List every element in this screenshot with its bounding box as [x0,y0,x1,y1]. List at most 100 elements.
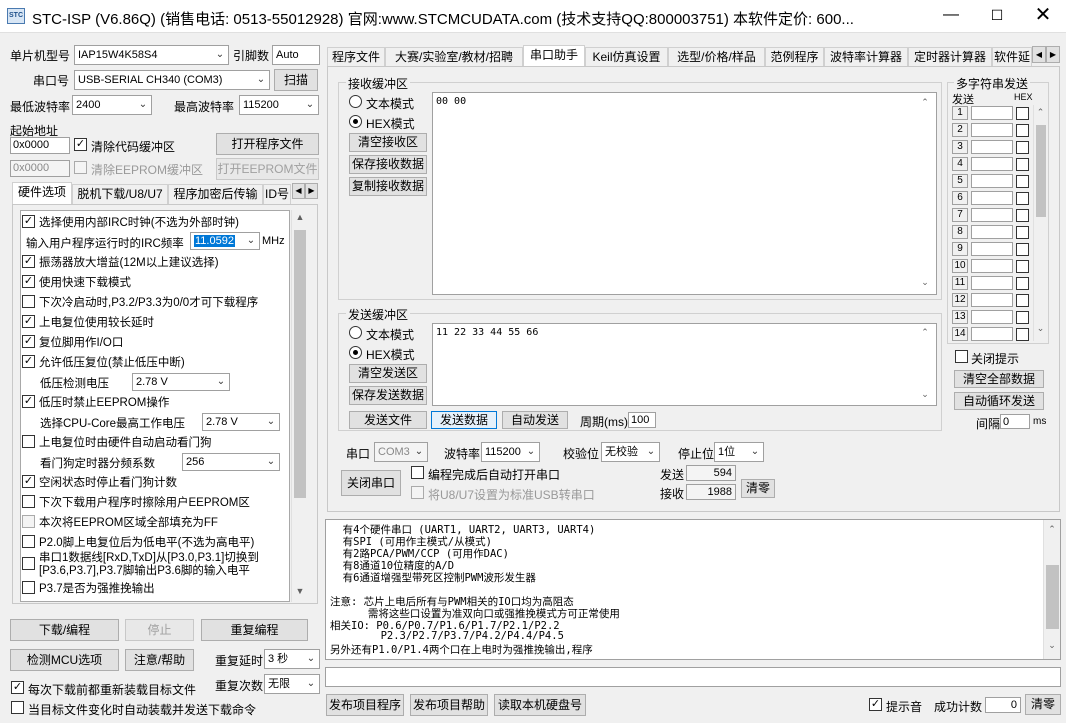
multi-send-row-button[interactable]: 6 [952,191,968,205]
copy-recv-button[interactable]: 复制接收数据 [349,177,427,196]
clear-all-button[interactable]: 清空全部数据 [954,370,1044,388]
open-eeprom-button[interactable]: 打开EEPROM文件 [216,158,319,180]
repeat-count-select[interactable]: 无限 ⌄ [264,674,320,694]
scroll-down-icon[interactable]: ▼ [292,586,308,596]
multi-send-row-button[interactable]: 2 [952,123,968,137]
send-textarea[interactable]: 11 22 33 44 55 66 [432,323,937,406]
maximize-icon[interactable]: ☐ [974,0,1020,32]
low-volt-select[interactable]: 2.78 V ⌄ [132,373,230,391]
checkbox[interactable]: ✓ [22,395,35,408]
tab-delay[interactable]: 软件延 [992,47,1032,67]
checkbox[interactable] [22,295,35,308]
checkbox[interactable]: ✓ [22,215,35,228]
tone-checkbox[interactable]: ✓ [869,698,882,711]
multi-send-row-input[interactable] [971,276,1013,290]
multi-send-row-hex-checkbox[interactable] [1016,277,1029,290]
parity-select[interactable]: 无校验 ⌄ [601,442,660,462]
publish-help-button[interactable]: 发布项目帮助 [410,694,488,716]
recv-hex-radio[interactable] [349,115,362,128]
multi-send-row-input[interactable] [971,327,1013,341]
multi-send-row-input[interactable] [971,310,1013,324]
open-program-button[interactable]: 打开程序文件 [216,133,319,155]
multi-send-row-hex-checkbox[interactable] [1016,209,1029,222]
multi-send-row-hex-checkbox[interactable] [1016,124,1029,137]
checkbox[interactable] [22,495,35,508]
clear-count-button[interactable]: 清零 [741,479,775,498]
send-hex-radio[interactable] [349,346,362,359]
auto-open-checkbox[interactable] [411,466,424,479]
auto-send-button[interactable]: 自动发送 [502,411,568,429]
auto-send-checkbox[interactable] [11,701,24,714]
send-file-button[interactable]: 发送文件 [349,411,427,429]
period-input[interactable]: 100 [628,412,656,428]
multi-send-row-button[interactable]: 14 [952,327,968,341]
close-icon[interactable]: ✕ [1020,0,1066,32]
multi-send-row-button[interactable]: 5 [952,174,968,188]
tab-selection[interactable]: 选型/价格/样品 [668,47,765,67]
baud-select[interactable]: 115200 ⌄ [481,442,540,462]
close-port-button[interactable]: 关闭串口 [341,470,401,496]
tab-contest[interactable]: 大赛/实验室/教材/招聘 [385,47,523,67]
options-scrollbar[interactable]: ▲ ▼ [291,210,308,602]
multi-send-row-button[interactable]: 3 [952,140,968,154]
scroll-up-icon[interactable]: ⌃ [918,327,932,338]
checkbox[interactable]: ✓ [22,275,35,288]
multi-send-row-input[interactable] [971,123,1013,137]
tab-left-arrow-icon[interactable]: ◀ [1032,46,1046,63]
scroll-thumb[interactable] [1036,125,1046,217]
stop-bit-select[interactable]: 1位 ⌄ [714,442,764,462]
checkbox[interactable]: ✓ [22,315,35,328]
multi-send-row-hex-checkbox[interactable] [1016,141,1029,154]
tab-examples[interactable]: 范例程序 [765,47,824,67]
tab-serial-helper[interactable]: 串口助手 [523,45,585,67]
scroll-up-icon[interactable]: ⌃ [1034,107,1047,118]
recv-textarea[interactable]: 00 00 [432,92,937,295]
port-select[interactable]: USB-SERIAL CH340 (COM3) ⌄ [74,70,270,90]
min-baud-select[interactable]: 2400 ⌄ [72,95,152,115]
eeprom-addr-input[interactable]: 0x0000 [10,160,70,177]
multi-send-row-button[interactable]: 12 [952,293,968,307]
log-output[interactable]: 有4个硬件串口 (UART1, UART2, UART3, UART4) 有SP… [325,519,1061,660]
multi-scrollbar[interactable]: ⌃ ⌄ [1033,105,1047,341]
mcu-select[interactable]: IAP15W4K58S4 ⌄ [74,45,229,65]
close-tip-checkbox[interactable] [955,350,968,363]
recv-text-radio[interactable] [349,95,362,108]
multi-send-row-input[interactable] [971,157,1013,171]
multi-send-row-input[interactable] [971,225,1013,239]
u8-usb-checkbox[interactable] [411,486,424,499]
multi-send-row-hex-checkbox[interactable] [1016,243,1029,256]
scroll-thumb[interactable] [294,230,306,498]
send-text-radio[interactable] [349,326,362,339]
multi-send-row-input[interactable] [971,174,1013,188]
clear-code-checkbox[interactable]: ✓ [74,138,87,151]
tab-keil[interactable]: Keil仿真设置 [585,47,668,67]
scroll-down-icon[interactable]: ⌄ [1044,640,1060,651]
checkbox[interactable]: ✓ [22,475,35,488]
multi-send-row-button[interactable]: 11 [952,276,968,290]
multi-send-row-input[interactable] [971,140,1013,154]
multi-send-row-button[interactable]: 13 [952,310,968,324]
multi-send-row-hex-checkbox[interactable] [1016,107,1029,120]
tab-hardware[interactable]: 硬件选项 [12,182,72,204]
clear-eeprom-checkbox[interactable] [74,161,87,174]
reprogram-button[interactable]: 重复编程 [201,619,308,641]
multi-send-row-hex-checkbox[interactable] [1016,158,1029,171]
scroll-up-icon[interactable]: ⌃ [1044,524,1060,535]
serial-port-select[interactable]: COM3 ⌄ [374,442,428,462]
scroll-down-icon[interactable]: ⌄ [1034,323,1047,334]
multi-send-row-button[interactable]: 4 [952,157,968,171]
log-scrollbar[interactable]: ⌃ ⌄ [1043,520,1060,659]
code-addr-input[interactable]: 0x0000 [10,137,70,154]
multi-send-row-input[interactable] [971,242,1013,256]
tab-encrypt[interactable]: 程序加密后传输 [168,184,263,204]
tab-baud-calc[interactable]: 波特率计算器 [824,47,908,67]
tab-left-arrow-icon[interactable]: ◀ [292,183,305,199]
multi-send-row-input[interactable] [971,259,1013,273]
help-button[interactable]: 注意/帮助 [125,649,194,671]
multi-send-row-input[interactable] [971,191,1013,205]
checkbox[interactable]: ✓ [22,255,35,268]
clear-recv-button[interactable]: 清空接收区 [349,133,427,152]
read-disk-button[interactable]: 读取本机硬盘号 [494,694,586,716]
detect-mcu-button[interactable]: 检测MCU选项 [10,649,119,671]
checkbox[interactable]: ✓ [22,355,35,368]
